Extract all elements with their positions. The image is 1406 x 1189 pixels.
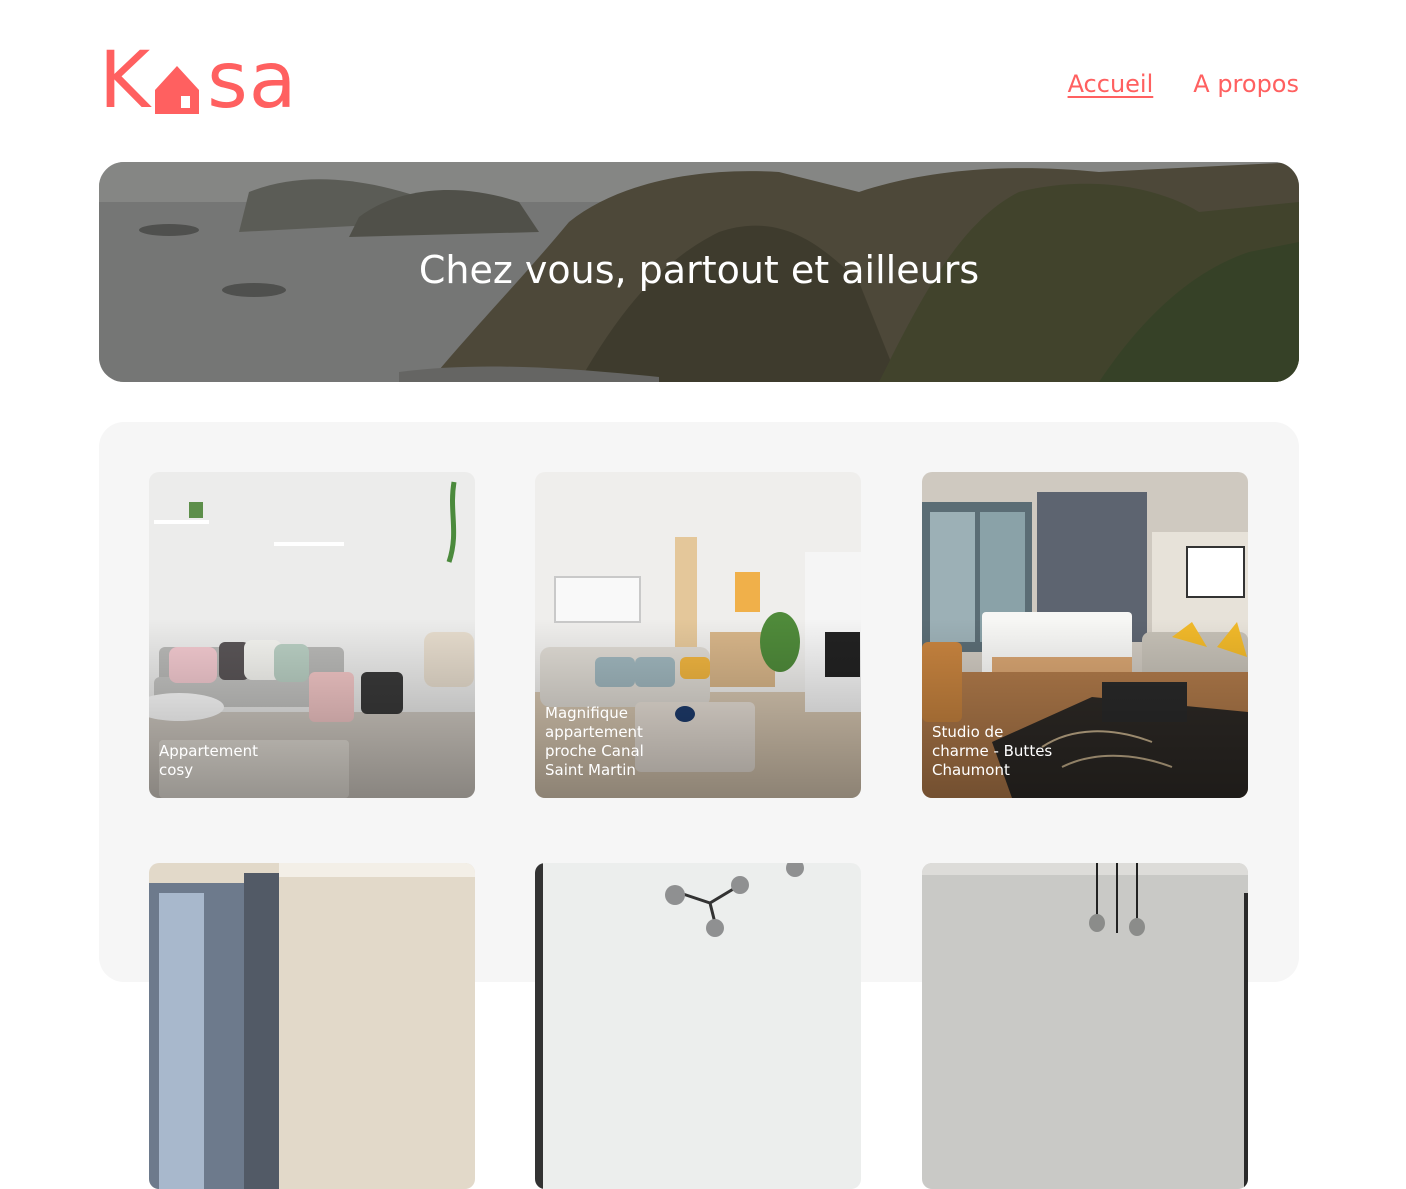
site-header: K sa Accueil A propos — [99, 40, 1299, 130]
hero-banner: Chez vous, partout et ailleurs — [99, 162, 1299, 382]
logo-letter-k: K — [99, 36, 152, 126]
logo-letters-sa: sa — [207, 36, 298, 126]
rental-card[interactable] — [149, 863, 475, 1189]
house-icon — [149, 40, 207, 120]
rental-card[interactable]: Magnifique appartement proche Canal Sain… — [535, 472, 861, 798]
rental-card-title: Magnifique appartement proche Canal Sain… — [545, 704, 644, 779]
concrete-wall-pendant-image — [922, 863, 1248, 1189]
nav-link-accueil[interactable]: Accueil — [1068, 70, 1154, 98]
pendant-light-image — [535, 863, 861, 1189]
main-nav: Accueil A propos — [1068, 70, 1299, 98]
rental-card[interactable]: Studio de charme - Buttes Chaumont — [922, 472, 1248, 798]
rental-card-title: Appartement cosy — [159, 742, 259, 779]
rental-card[interactable] — [535, 863, 861, 1189]
rental-card-title: Studio de charme - Buttes Chaumont — [932, 723, 1053, 779]
banner-title: Chez vous, partout et ailleurs — [418, 248, 980, 292]
rental-card[interactable]: Appartement cosy — [149, 472, 475, 798]
nav-link-a-propos[interactable]: A propos — [1193, 70, 1299, 98]
rental-card[interactable] — [922, 863, 1248, 1189]
bedroom-window-image — [149, 863, 475, 1189]
kasa-logo[interactable]: K sa — [99, 40, 298, 120]
gallery: Appartement cosy Magnifique appartement … — [99, 422, 1299, 1189]
